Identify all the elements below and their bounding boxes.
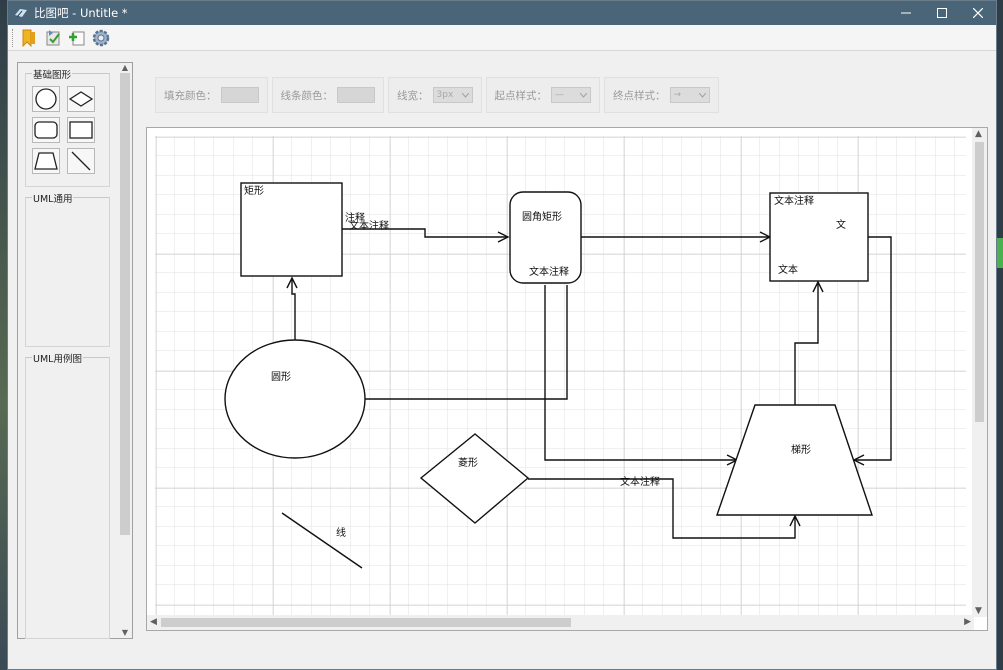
diamond-connector-note: 文本注释 — [620, 475, 660, 488]
fill-color-label: 填充颜色： — [164, 89, 217, 102]
line-width-select[interactable]: 3px — [432, 87, 473, 103]
textbox-label: 文本注释 — [774, 194, 814, 207]
start-style-label: 起点样式： — [494, 89, 548, 102]
rounded-rect-icon — [34, 121, 58, 139]
start-style-select[interactable]: — — [551, 87, 591, 103]
chevron-down-icon — [580, 92, 587, 98]
chevron-up-icon[interactable]: ▲ — [118, 63, 132, 73]
minimize-icon — [901, 12, 911, 14]
shape-rounded-rect-button[interactable] — [32, 117, 60, 143]
textbox-text-1: 文 — [836, 218, 846, 231]
shape-circle-button[interactable] — [32, 86, 60, 112]
toolbar-grip[interactable] — [12, 28, 14, 47]
trapezoid-icon — [34, 152, 58, 170]
shape-ellipse[interactable] — [224, 339, 366, 459]
desktop-accent — [997, 238, 1003, 268]
group-uml-usecase: UML用例图 — [25, 351, 110, 639]
textbox-text-2: 文本 — [778, 263, 798, 276]
canvas-vscroll-thumb[interactable] — [975, 142, 984, 422]
chevron-left-icon[interactable]: ◀ — [150, 617, 157, 627]
app-logo-icon — [15, 9, 27, 18]
chevron-right-icon[interactable]: ▶ — [964, 617, 971, 627]
chevron-down-icon — [698, 92, 706, 98]
rect-note-2: 文本注释 — [349, 219, 389, 232]
canvas-horizontal-scrollbar[interactable]: ◀ ▶ — [147, 615, 974, 630]
end-style-label: 终点样式： — [613, 89, 666, 102]
rect-icon — [69, 121, 93, 139]
ellipse-label: 圆形 — [271, 371, 291, 383]
start-style-value: — — [555, 90, 564, 100]
shape-diamond-button[interactable] — [67, 86, 95, 112]
bookmark-button[interactable] — [18, 27, 40, 49]
shape-rect-button[interactable] — [67, 117, 95, 143]
diamond-label: 菱形 — [458, 457, 478, 469]
start-style-control: 起点样式： — — [485, 77, 600, 113]
line-width-label: 线宽： — [397, 89, 429, 102]
save-button[interactable] — [42, 27, 64, 49]
group-title-uml-usecase: UML用例图 — [32, 351, 83, 365]
fill-color-swatch[interactable] — [220, 87, 259, 103]
end-style-value: → — [673, 90, 682, 100]
new-icon — [69, 31, 85, 45]
shape-palette: 基础图形 UML通用 UML用例图 ▲ ▼ — [17, 62, 133, 639]
circle-icon — [35, 88, 57, 110]
shape-line-button[interactable] — [67, 148, 95, 174]
chevron-down-icon — [461, 92, 469, 98]
window-title: 比图吧 - Untitle * — [34, 6, 128, 20]
trapezoid-label: 梯形 — [791, 443, 811, 456]
settings-button[interactable] — [90, 27, 112, 49]
line-width-control: 线宽： 3px — [388, 77, 482, 113]
shape-trapezoid-button[interactable] — [32, 148, 60, 174]
end-style-select[interactable]: → — [669, 87, 710, 103]
settings-icon — [92, 29, 110, 46]
property-bar: 填充颜色： 线条颜色： 线宽： 3px 起点样式： — 终点样式： → — [155, 77, 723, 113]
canvas-frame: 矩形 注释 文本注释 圆角矩形 文本注释 文本注释 文 文本 圆形 菱形 文本注… — [146, 127, 988, 631]
new-button[interactable] — [66, 27, 88, 49]
group-basic-shapes: 基础图形 — [25, 67, 110, 187]
group-uml-common: UML通用 — [25, 191, 110, 347]
desktop-right-edge — [997, 0, 1003, 670]
chevron-down-icon[interactable]: ▼ — [118, 628, 132, 638]
palette-scrollbar[interactable]: ▲ ▼ — [118, 63, 132, 638]
group-title-basic: 基础图形 — [32, 67, 73, 81]
line-color-control: 线条颜色： — [271, 77, 384, 113]
app-window: 比图吧 - Untitle * 基础图形 UML通用 UML用例图 ▲ ▼ 填充… — [7, 0, 997, 670]
minimize-button[interactable] — [888, 1, 924, 25]
close-button[interactable] — [960, 1, 996, 25]
bookmark-icon — [22, 29, 35, 47]
title-bar[interactable]: 比图吧 - Untitle * — [8, 1, 996, 25]
desktop-left-edge — [0, 0, 7, 670]
maximize-button[interactable] — [924, 1, 960, 25]
rect-label: 矩形 — [244, 184, 264, 197]
save-icon — [46, 29, 60, 45]
close-icon — [973, 8, 983, 18]
line-icon — [71, 151, 91, 171]
line-width-value: 3px — [436, 90, 454, 100]
palette-scroll-thumb[interactable] — [120, 73, 130, 535]
rounded-rect-note: 文本注释 — [529, 265, 569, 278]
diamond-icon — [69, 91, 93, 107]
canvas-hscroll-thumb[interactable] — [161, 618, 571, 627]
end-style-control: 终点样式： → — [604, 77, 719, 113]
canvas-vertical-scrollbar[interactable]: ▲ ▼ — [972, 128, 987, 617]
toolbar — [8, 25, 996, 51]
maximize-icon — [937, 8, 947, 18]
line-color-label: 线条颜色： — [280, 89, 334, 102]
chevron-up-icon[interactable]: ▲ — [975, 129, 982, 139]
line-label: 线 — [336, 526, 346, 539]
chevron-down-icon[interactable]: ▼ — [975, 606, 982, 616]
fill-color-control: 填充颜色： — [155, 77, 268, 113]
group-title-uml-common: UML通用 — [32, 191, 74, 205]
rounded-rect-label: 圆角矩形 — [522, 210, 562, 223]
line-color-swatch[interactable] — [337, 87, 375, 103]
drawing-canvas[interactable]: 矩形 注释 文本注释 圆角矩形 文本注释 文本注释 文 文本 圆形 菱形 文本注… — [155, 136, 966, 616]
